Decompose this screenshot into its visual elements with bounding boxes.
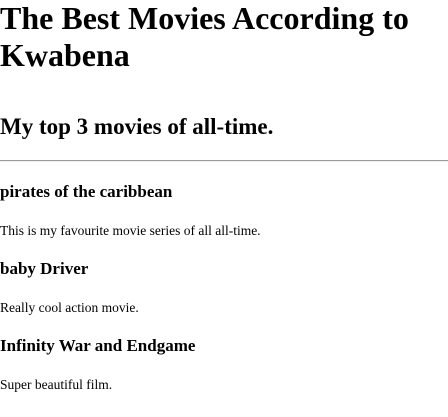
- movie-title: Infinity War and Endgame: [0, 336, 196, 355]
- movie-description: Super beautiful film.: [0, 377, 113, 392]
- page-title: The Best Movies According to Kwabena: [0, 0, 409, 73]
- movie-title: baby Driver: [0, 259, 89, 278]
- movie-item: baby Driver Really cool action movie.: [0, 259, 448, 316]
- divider: [0, 160, 448, 162]
- movie-description: Really cool action movie.: [0, 300, 139, 315]
- movie-item: pirates of the caribbean This is my favo…: [0, 182, 448, 239]
- movie-description: This is my favourite movie series of all…: [0, 223, 261, 238]
- movie-title: pirates of the caribbean: [0, 182, 173, 201]
- movie-item: Infinity War and Endgame Super beautiful…: [0, 336, 448, 393]
- page-subtitle: My top 3 movies of all-time.: [0, 114, 274, 139]
